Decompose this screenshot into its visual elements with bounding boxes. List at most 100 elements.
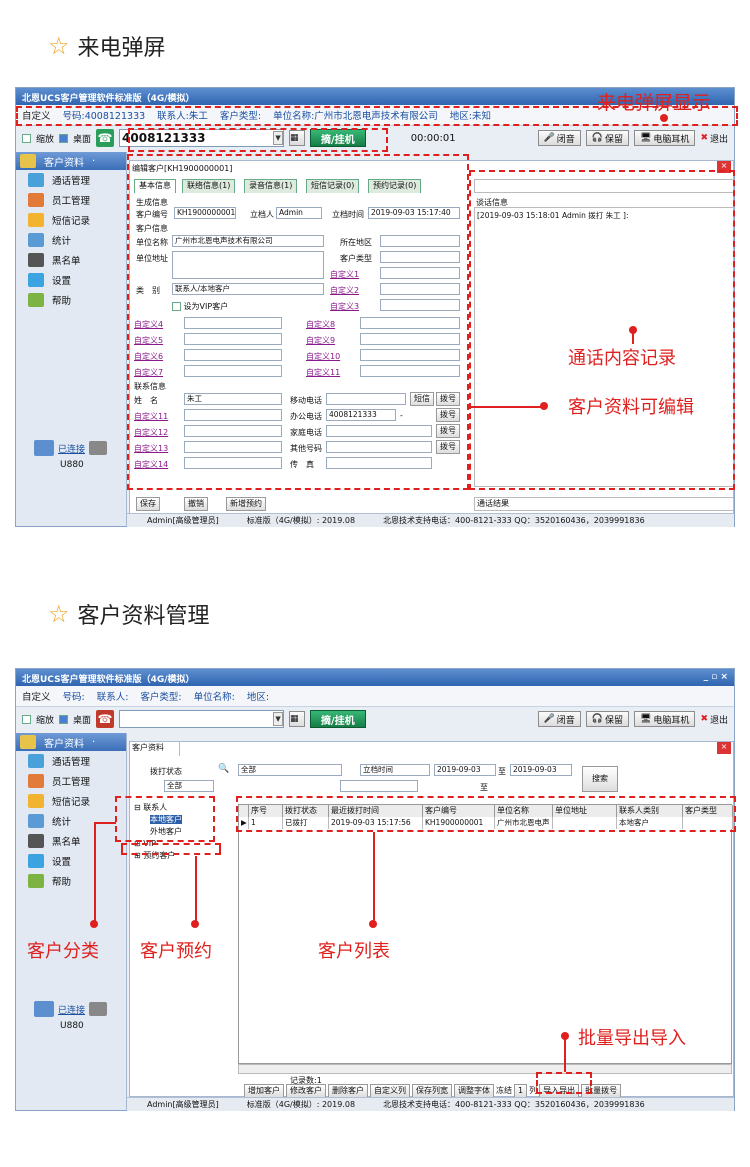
horizontal-scrollbar[interactable]: [238, 1064, 732, 1074]
chevron-down-icon[interactable]: ▼: [273, 712, 284, 726]
staff-icon: [28, 193, 44, 207]
tab-customers[interactable]: 客户资料: [130, 742, 180, 756]
desktop-checkbox[interactable]: [59, 714, 69, 724]
filter-field[interactable]: [340, 780, 418, 792]
edit-customer-button[interactable]: 修改客户: [286, 1084, 326, 1098]
desktop-checkbox[interactable]: [59, 133, 69, 143]
sidebar: 客户资料 · 通话管理 员工管理 短信记录 统计 黑名单 设置 帮助 已连接 U8…: [16, 152, 127, 526]
keypad-button[interactable]: ▦: [289, 711, 306, 727]
sidebar-head-customers[interactable]: 客户资料 ·: [16, 152, 126, 170]
call-mgmt-icon: [28, 173, 44, 187]
save-widths-button[interactable]: 保存列宽: [412, 1084, 452, 1098]
shrink-checkbox[interactable]: [22, 133, 31, 143]
search-icon: 🔍: [218, 764, 230, 774]
sidebar: 客户资料 · 通话管理 员工管理 短信记录 统计 黑名单 设置 帮助 已连接 U8…: [16, 733, 127, 1110]
marker-dot: [369, 920, 377, 928]
category-highlight: [115, 796, 215, 842]
marker-line: [94, 822, 116, 824]
pc-headset-button[interactable]: 🖥 电脑耳机: [633, 711, 696, 727]
save-button[interactable]: 保存: [136, 497, 160, 511]
marker-dot: [660, 114, 668, 122]
hold-button[interactable]: 🎧 保留: [585, 130, 629, 146]
number-input[interactable]: ▼: [119, 710, 285, 728]
dial-hangup-button[interactable]: 摘/挂机: [310, 710, 366, 728]
to-label: 至: [498, 767, 506, 776]
sidebar-item-help[interactable]: 帮助: [16, 290, 126, 310]
dial-status-select[interactable]: 全部: [238, 764, 342, 776]
marker-line: [469, 406, 545, 408]
font-button[interactable]: 调整字体: [454, 1084, 494, 1098]
sidebar-item-settings[interactable]: 设置: [16, 270, 126, 290]
date-from-field[interactable]: 2019-09-03: [434, 764, 496, 776]
popup-highlight: [128, 128, 388, 152]
hold-button[interactable]: 🎧 保留: [585, 711, 629, 727]
mute-button[interactable]: 🎤 闭音: [537, 711, 581, 727]
close-icon[interactable]: ×: [717, 742, 731, 754]
delete-customer-button[interactable]: 删除客户: [328, 1084, 368, 1098]
bar-chart-icon: [28, 814, 44, 828]
call-mgmt-icon: [28, 754, 44, 768]
status-bar: Admin[高级管理员] 标准版（4G/模拟）: 2019.08 北恩技术支持电…: [127, 513, 734, 527]
sidebar-item-sms[interactable]: 短信记录: [16, 210, 126, 230]
date-to-field[interactable]: 2019-09-03: [510, 764, 572, 776]
sidebar-item-blacklist[interactable]: 黑名单: [16, 250, 126, 270]
sidebar-item-calls[interactable]: 通话管理: [16, 751, 126, 771]
date-field-select[interactable]: 立档时间: [360, 764, 430, 776]
sidebar-item-help[interactable]: 帮助: [16, 871, 126, 891]
list-highlight: [236, 796, 736, 832]
blacklist-icon: [28, 253, 44, 267]
annotation-talk: 通话内容记录: [568, 348, 676, 369]
contacts-icon: [20, 154, 36, 168]
freeze-label: 冻结: [496, 1086, 512, 1095]
new-appointment-button[interactable]: 新增预约: [226, 497, 266, 511]
annotation-editable: 客户资料可编辑: [568, 397, 694, 418]
search-button[interactable]: 搜索: [582, 766, 618, 792]
cancel-button[interactable]: 撤销: [184, 497, 208, 511]
contacts-icon: [20, 735, 36, 749]
mic-icon: 🎤: [543, 133, 555, 143]
sidebar-item-sms[interactable]: 短信记录: [16, 791, 126, 811]
export-highlight: [536, 1072, 592, 1094]
phone-device-icon: [89, 441, 108, 455]
talk-highlight: [469, 170, 735, 490]
monitor-icon: [34, 440, 54, 456]
bar-chart-icon: [28, 233, 44, 247]
custom-columns-button[interactable]: 自定义列: [370, 1084, 410, 1098]
add-customer-button[interactable]: 增加客户: [244, 1084, 284, 1098]
marker-line: [94, 822, 96, 924]
talk-result-field[interactable]: 通话结果: [474, 497, 734, 511]
freeze-stepper[interactable]: 1: [514, 1084, 528, 1098]
sidebar-item-stats[interactable]: 统计: [16, 811, 126, 831]
sidebar-head-customers[interactable]: 客户资料 ·: [16, 733, 126, 751]
shrink-checkbox[interactable]: [22, 714, 31, 724]
window-controls[interactable]: _ ▫ ×: [704, 672, 728, 683]
caller-info-bar: 自定义 号码: 联系人: 客户类型: 单位名称: 地区:: [16, 686, 734, 707]
mic-icon: 🎤: [543, 714, 555, 724]
sidebar-item-staff[interactable]: 员工管理: [16, 190, 126, 210]
computer-icon: 🖥: [639, 714, 652, 724]
exit-button[interactable]: ✖ 退出: [700, 713, 728, 726]
staff-icon: [28, 774, 44, 788]
edit-highlight: [127, 154, 469, 490]
blacklist-icon: [28, 834, 44, 848]
device-status: 已连接: [34, 440, 108, 456]
headset-icon: 🎧: [591, 714, 603, 724]
close-icon: ✖: [700, 133, 708, 143]
mute-button[interactable]: 🎤 闭音: [537, 130, 581, 146]
annotation-popup: 来电弹屏显示: [597, 92, 712, 114]
annotation-appointment: 客户预约: [140, 941, 212, 962]
sidebar-item-blacklist[interactable]: 黑名单: [16, 831, 126, 851]
close-icon: ✖: [700, 714, 708, 724]
appointment-highlight: [121, 843, 221, 855]
marker-line: [632, 330, 634, 344]
sidebar-item-calls[interactable]: 通话管理: [16, 170, 126, 190]
status-select[interactable]: 全部: [164, 780, 214, 792]
device-model: U880: [60, 1021, 84, 1031]
sidebar-item-staff[interactable]: 员工管理: [16, 771, 126, 791]
marker-dot: [90, 920, 98, 928]
sidebar-item-stats[interactable]: 统计: [16, 230, 126, 250]
sidebar-item-settings[interactable]: 设置: [16, 851, 126, 871]
help-icon: [28, 874, 44, 888]
pc-headset-button[interactable]: 🖥 电脑耳机: [633, 130, 696, 146]
exit-button[interactable]: ✖ 退出: [700, 132, 728, 145]
